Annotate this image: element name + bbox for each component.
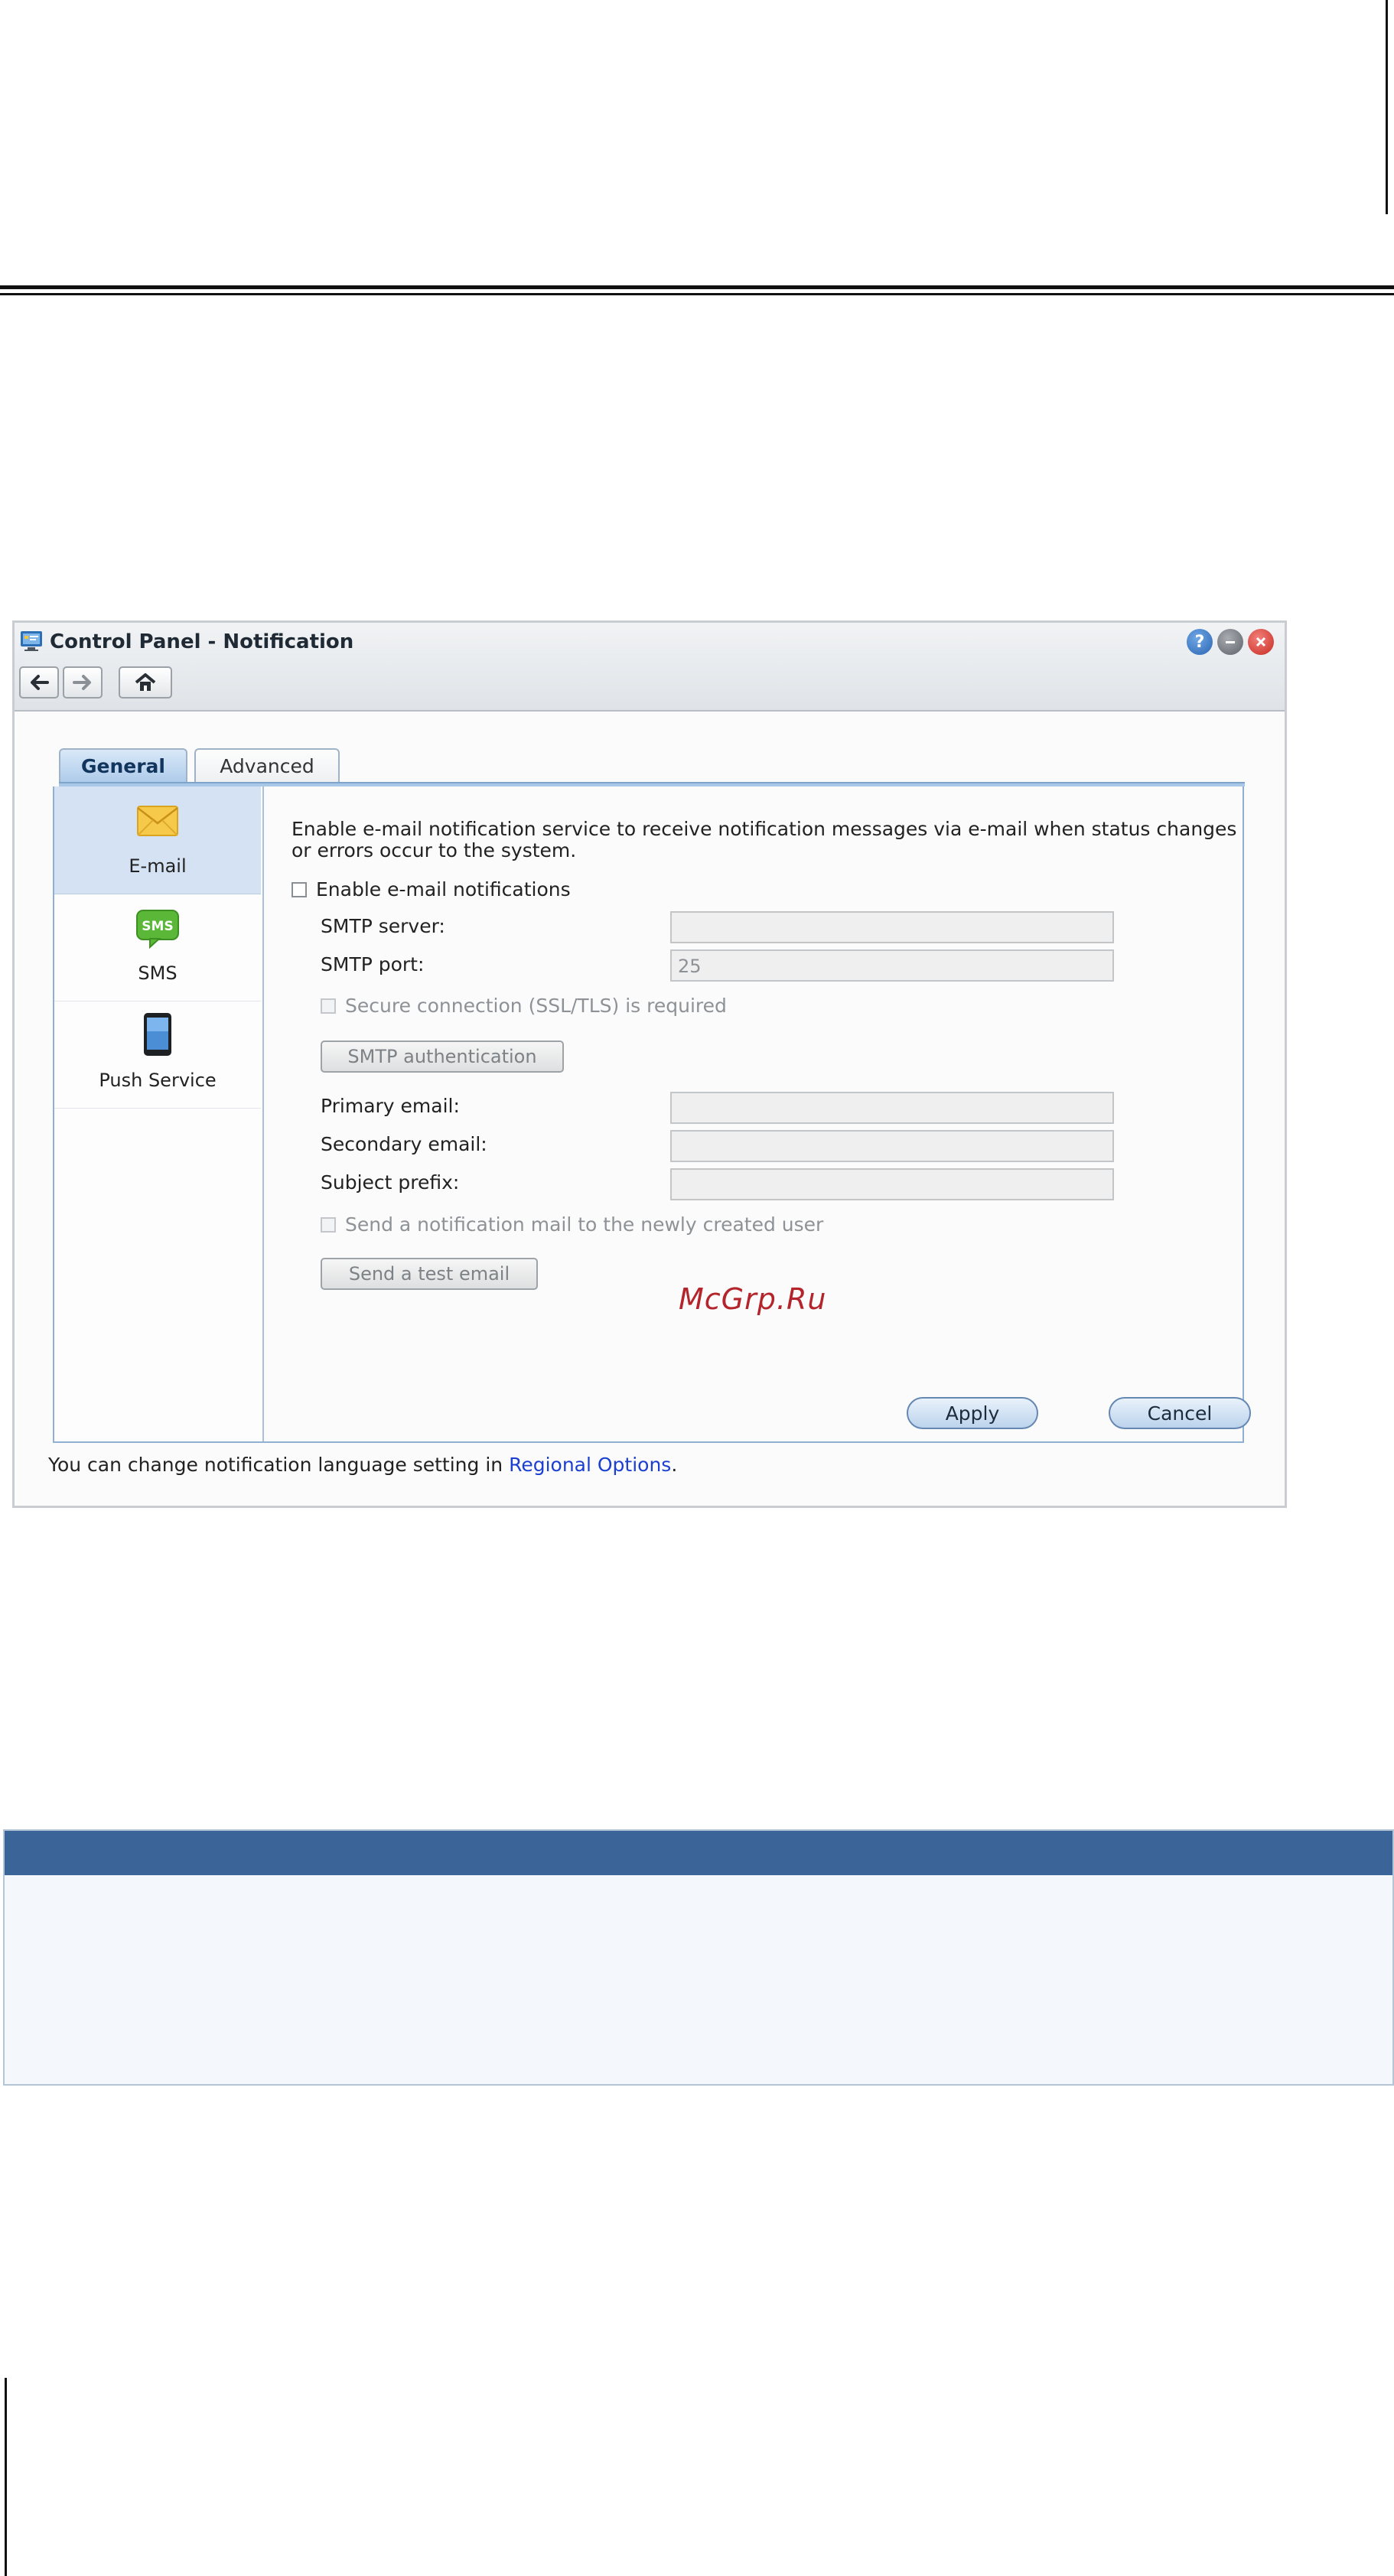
forward-arrow-icon xyxy=(73,675,91,690)
home-icon xyxy=(135,673,156,691)
page-divider-bottom xyxy=(0,293,1394,295)
notify-new-user-row[interactable]: Send a notification mail to the newly cr… xyxy=(321,1213,823,1236)
enable-email-notifications-label: Enable e-mail notifications xyxy=(316,878,571,900)
window-titlebar: Control Panel - Notification ? xyxy=(15,623,1285,712)
window-content: General Advanced E-mail SMS SMS Push Ser… xyxy=(15,712,1285,1506)
envelope-icon xyxy=(137,806,178,836)
secondary-email-field[interactable] xyxy=(670,1130,1114,1162)
sidebar-item-sms[interactable]: SMS SMS xyxy=(54,894,261,1001)
smtp-port-label: SMTP port: xyxy=(321,953,425,975)
page-right-rule xyxy=(1386,0,1388,214)
sidebar-item-email[interactable]: E-mail xyxy=(54,786,261,894)
help-icon[interactable]: ? xyxy=(1187,629,1213,655)
smtp-server-label: SMTP server: xyxy=(321,915,445,937)
control-panel-icon xyxy=(21,631,42,651)
send-test-email-button[interactable]: Send a test email xyxy=(321,1258,538,1290)
sidebar-item-label: SMS xyxy=(138,962,178,984)
smtp-server-field[interactable] xyxy=(670,911,1114,943)
regional-options-link[interactable]: Regional Options xyxy=(509,1454,671,1476)
subject-prefix-label: Subject prefix: xyxy=(321,1171,460,1194)
window-controls: ? xyxy=(1187,629,1274,655)
page-left-rule xyxy=(5,2378,7,2576)
watermark-text: McGrp.Ru xyxy=(679,1282,827,1316)
minimize-icon[interactable] xyxy=(1217,629,1243,655)
notify-new-user-checkbox[interactable] xyxy=(321,1216,336,1233)
enable-email-notifications-row[interactable]: Enable e-mail notifications xyxy=(292,878,571,900)
enable-email-notifications-checkbox[interactable] xyxy=(292,881,307,897)
window-title: Control Panel - Notification xyxy=(50,630,354,653)
secondary-email-label: Secondary email: xyxy=(321,1133,487,1155)
control-panel-window: Control Panel - Notification ? General A… xyxy=(12,620,1287,1508)
secure-connection-label: Secure connection (SSL/TLS) is required xyxy=(345,995,727,1017)
back-arrow-icon xyxy=(31,675,49,690)
sidebar-item-push-service[interactable]: Push Service xyxy=(54,1001,261,1109)
info-box xyxy=(3,1829,1394,2086)
sms-icon: SMS xyxy=(136,910,179,949)
email-description: Enable e-mail notification service to re… xyxy=(292,818,1237,861)
subject-prefix-field[interactable] xyxy=(670,1168,1114,1200)
tab-general[interactable]: General xyxy=(59,748,187,782)
smtp-port-field[interactable]: 25 xyxy=(670,949,1114,982)
home-button[interactable] xyxy=(119,666,172,699)
forward-button[interactable] xyxy=(63,666,103,699)
email-settings: Enable e-mail notification service to re… xyxy=(262,786,1251,1441)
page-divider-top xyxy=(0,285,1394,289)
sidebar-item-label: E-mail xyxy=(129,855,187,877)
notification-panel: E-mail SMS SMS Push Service Enable e-mai… xyxy=(53,786,1251,1443)
apply-button[interactable]: Apply xyxy=(907,1397,1038,1429)
notification-sidebar: E-mail SMS SMS Push Service xyxy=(54,786,264,1441)
svg-text:SMS: SMS xyxy=(142,919,173,934)
note-suffix: . xyxy=(671,1454,678,1476)
close-icon[interactable] xyxy=(1248,629,1274,655)
tab-advanced[interactable]: Advanced xyxy=(194,748,340,782)
cancel-button[interactable]: Cancel xyxy=(1109,1397,1251,1429)
primary-email-field[interactable] xyxy=(670,1092,1114,1124)
note-prefix: You can change notification language set… xyxy=(48,1454,510,1476)
back-button[interactable] xyxy=(19,666,59,699)
secure-connection-checkbox[interactable] xyxy=(321,998,336,1014)
primary-email-label: Primary email: xyxy=(321,1095,460,1117)
info-box-header xyxy=(5,1831,1392,1875)
smtp-authentication-button[interactable]: SMTP authentication xyxy=(321,1040,564,1073)
language-setting-note: You can change notification language set… xyxy=(48,1454,677,1476)
sidebar-item-label: Push Service xyxy=(99,1070,217,1091)
notify-new-user-label: Send a notification mail to the newly cr… xyxy=(345,1213,824,1236)
secure-connection-row[interactable]: Secure connection (SSL/TLS) is required xyxy=(321,995,727,1017)
mobile-device-icon xyxy=(144,1013,171,1056)
